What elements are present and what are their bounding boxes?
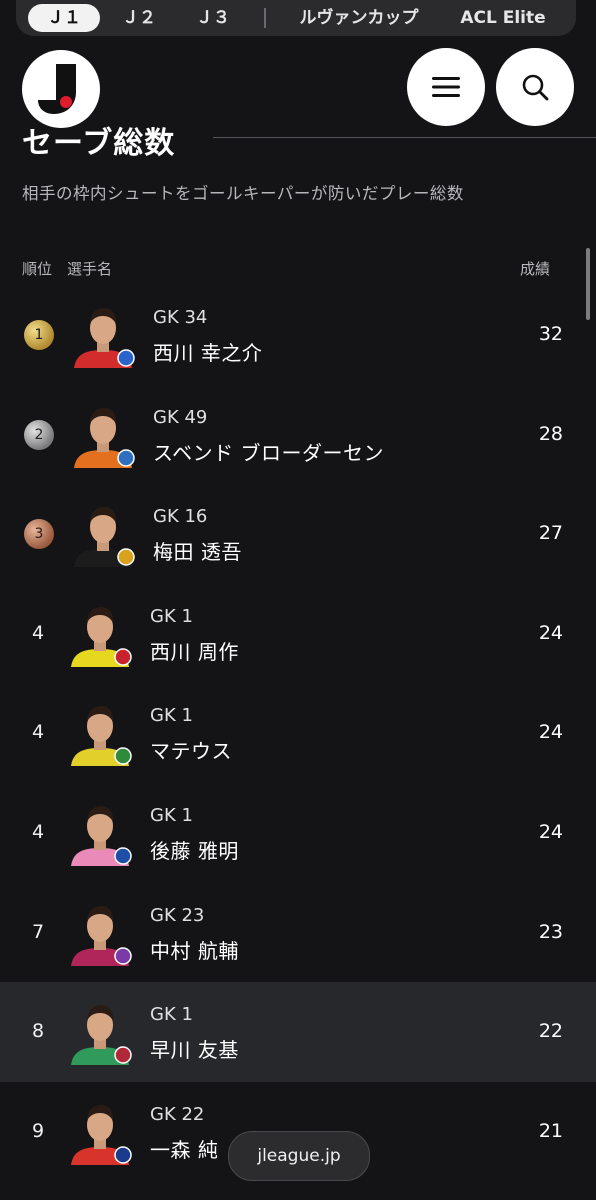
player-name[interactable]: 後藤 雅明: [150, 835, 239, 864]
player-name[interactable]: 一森 純: [150, 1134, 218, 1163]
player-photo[interactable]: [67, 900, 133, 966]
search-button[interactable]: [496, 48, 574, 126]
player-position-number: GK 1: [150, 804, 193, 826]
player-name[interactable]: 早川 友基: [150, 1034, 239, 1063]
table-row[interactable]: 3 GK 16 梅田 透吾 27: [0, 484, 596, 584]
column-header-player: 選手名: [67, 260, 113, 278]
player-photo[interactable]: [67, 700, 133, 767]
player-position-number: GK 23: [150, 904, 205, 926]
site-url-pill[interactable]: jleague.jp: [228, 1131, 370, 1181]
player-position-number: GK 1: [150, 705, 193, 727]
save-count: 32: [538, 323, 563, 345]
table-row[interactable]: 4 GK 1 西川 周作 24: [0, 584, 596, 684]
menu-button[interactable]: [407, 48, 485, 126]
save-count: 22: [538, 1020, 563, 1043]
club-badge-icon: [117, 448, 135, 467]
player-name[interactable]: 梅田 透吾: [153, 536, 242, 565]
save-count: 24: [538, 820, 563, 843]
club-badge-icon: [114, 1046, 132, 1064]
player-photo[interactable]: [70, 302, 136, 368]
club-badge-icon: [114, 946, 132, 965]
tab-divider: [264, 8, 266, 28]
player-position-number: GK 34: [153, 307, 208, 328]
page-title: セーブ総数: [22, 126, 176, 161]
table-row[interactable]: 7 GK 23 中村 航輔 23: [0, 883, 596, 983]
league-tabs: Ｊ１ Ｊ２ Ｊ３ ルヴァンカップ ACL Elite: [0, 0, 596, 38]
save-count: 24: [538, 621, 563, 644]
table-row[interactable]: 4 GK 1 マテウス 24: [0, 683, 596, 783]
club-badge-icon: [117, 548, 135, 566]
gold-medal-icon: 1: [24, 320, 54, 350]
player-photo[interactable]: [67, 999, 133, 1066]
column-header-rank: 順位: [22, 260, 53, 278]
ranking-list: 1 GK 34 西川 幸之介 32 2 GK 49 スベンド ブローダーセン 28 3 GK 16…: [0, 285, 596, 1181]
tab-levain-cup[interactable]: ルヴァンカップ: [284, 4, 434, 32]
tab-j3[interactable]: Ｊ３: [180, 4, 246, 32]
player-position-number: GK 22: [150, 1103, 205, 1125]
club-badge-icon: [114, 648, 132, 666]
club-badge-icon: [117, 349, 135, 367]
save-count: 23: [538, 920, 563, 943]
table-row[interactable]: 1 GK 34 西川 幸之介 32: [0, 285, 596, 385]
j-league-logo-icon[interactable]: [22, 50, 100, 128]
player-photo[interactable]: [70, 501, 136, 568]
player-photo[interactable]: [67, 601, 133, 667]
bronze-medal-icon: 3: [24, 519, 54, 550]
save-count: 27: [538, 522, 563, 545]
column-header-result: 成績: [520, 260, 551, 278]
player-position-number: GK 16: [153, 506, 208, 528]
silver-medal-icon: 2: [24, 419, 54, 450]
tab-acl-elite[interactable]: ACL Elite: [448, 4, 558, 32]
rank-number: 4: [32, 621, 45, 644]
player-photo[interactable]: [70, 402, 136, 468]
page-description: 相手の枠内シュートをゴールキーパーが防いだプレー総数: [22, 184, 464, 203]
club-badge-icon: [114, 1146, 132, 1164]
club-badge-icon: [114, 847, 132, 865]
player-name[interactable]: 西川 周作: [150, 636, 239, 665]
rank-number: 4: [32, 820, 45, 843]
tab-j2[interactable]: Ｊ２: [106, 4, 172, 32]
tab-j1[interactable]: Ｊ１: [28, 4, 100, 32]
table-row[interactable]: 2 GK 49 スベンド ブローダーセン 28: [0, 385, 596, 485]
player-name[interactable]: スベンド ブローダーセン: [153, 437, 384, 466]
rank-number: 8: [32, 1020, 45, 1043]
player-position-number: GK 1: [150, 1004, 193, 1026]
player-position-number: GK 49: [153, 406, 208, 428]
player-name[interactable]: マテウス: [150, 735, 232, 764]
rank-number: 7: [32, 920, 45, 943]
rank-number: 9: [32, 1119, 45, 1142]
player-photo[interactable]: [67, 800, 133, 866]
hamburger-menu-icon: [432, 77, 460, 97]
save-count: 24: [538, 721, 563, 744]
table-row[interactable]: 8 GK 1 早川 友基 22: [0, 982, 596, 1082]
search-icon: [522, 74, 549, 101]
save-count: 21: [538, 1119, 563, 1142]
player-name[interactable]: 西川 幸之介: [153, 337, 262, 366]
table-row[interactable]: 4 GK 1 後藤 雅明 24: [0, 783, 596, 883]
club-badge-icon: [114, 747, 132, 766]
rank-number: 4: [32, 721, 45, 744]
save-count: 28: [538, 422, 563, 445]
player-name[interactable]: 中村 航輔: [150, 935, 239, 964]
player-position-number: GK 1: [150, 605, 193, 627]
player-photo[interactable]: [67, 1099, 133, 1165]
title-divider: [213, 137, 596, 138]
